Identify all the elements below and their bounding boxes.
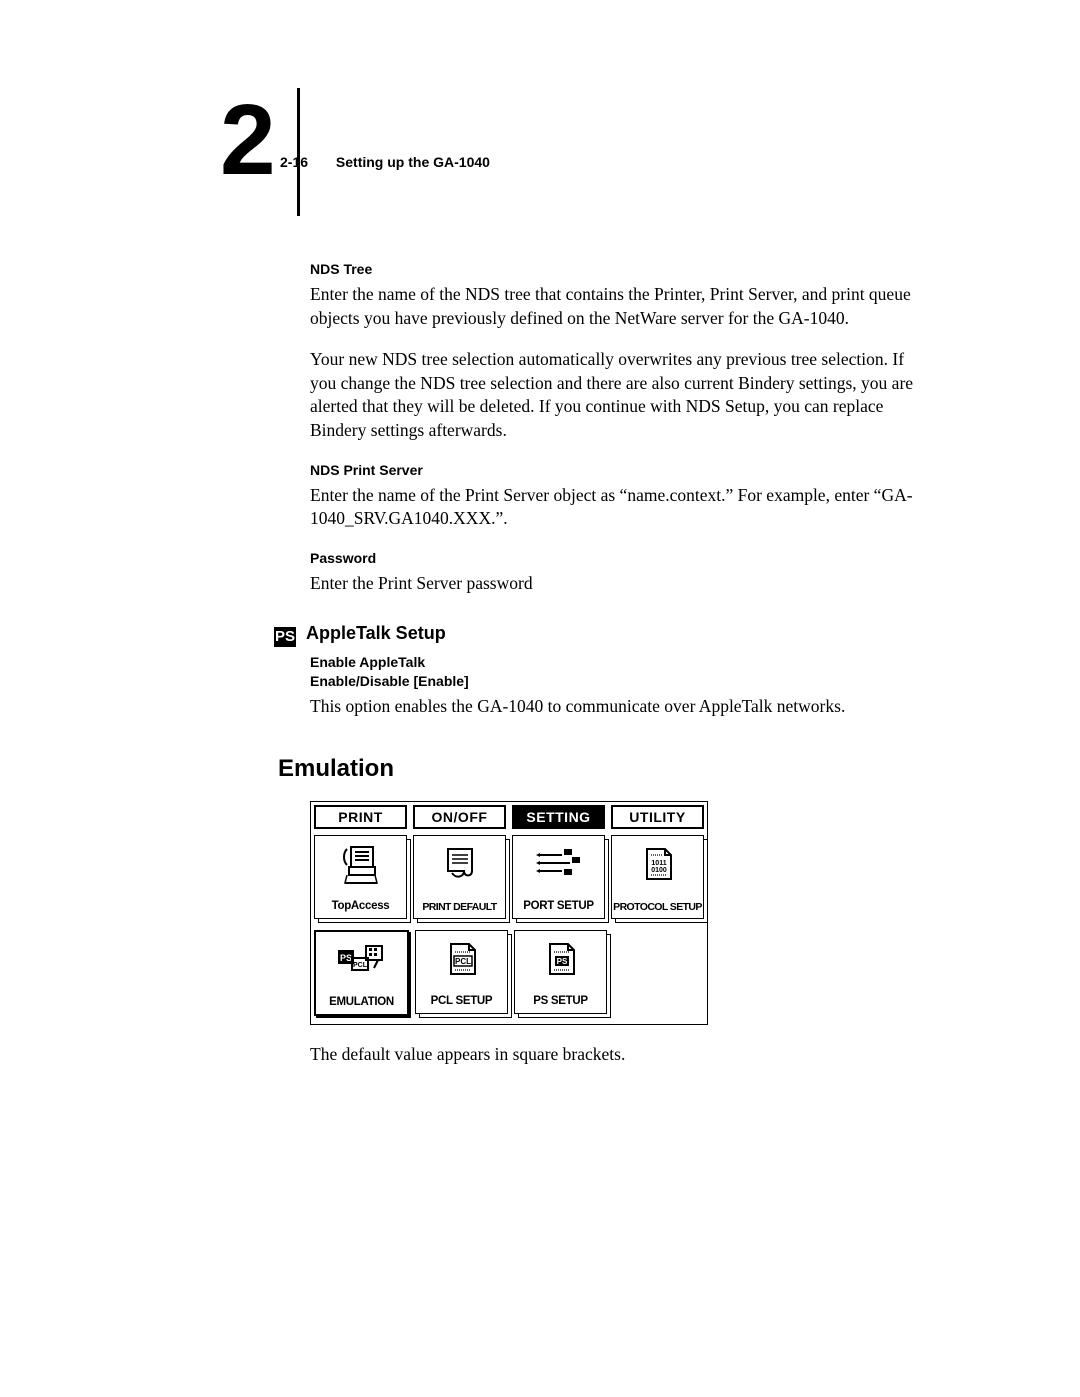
tab-on-off[interactable]: ON/OFF bbox=[413, 805, 506, 829]
protocol-doc-icon: 1011 0100 bbox=[612, 836, 703, 892]
cell-protocol-setup[interactable]: 1011 0100 PROTOCOL SETUP bbox=[611, 835, 704, 919]
tab-label: SETTING bbox=[526, 809, 590, 825]
paragraph: Your new NDS tree selection automaticall… bbox=[310, 348, 930, 443]
control-panel: PRINT ON/OFF SETTING UTILITY bbox=[310, 801, 708, 1025]
sub-enable-disable: Enable/Disable [Enable] bbox=[310, 672, 930, 691]
paragraph: Enter the Print Server password bbox=[310, 572, 930, 596]
heading-appletalk-setup: PSAppleTalk Setup bbox=[310, 621, 930, 647]
page-number: 2-16 bbox=[280, 154, 320, 170]
svg-text:PS: PS bbox=[556, 957, 567, 966]
cell-label: TopAccess bbox=[315, 899, 406, 915]
cell-ps-setup[interactable]: PS PS SETUP bbox=[514, 930, 607, 1014]
cell-pcl-setup[interactable]: PCL PCL SETUP bbox=[415, 930, 508, 1014]
cell-topaccess[interactable]: TopAccess bbox=[314, 835, 407, 919]
panel-row-1: TopAccess PRINT DEFAULT bbox=[311, 832, 707, 927]
paragraph: The default value appears in square brac… bbox=[310, 1043, 930, 1067]
svg-text:PCL: PCL bbox=[455, 957, 471, 966]
tab-print[interactable]: PRINT bbox=[314, 805, 407, 829]
svg-text:PS: PS bbox=[339, 953, 351, 963]
heading-password: Password bbox=[310, 549, 930, 568]
tab-setting[interactable]: SETTING bbox=[512, 805, 605, 829]
emulation-icon: PS PCL bbox=[316, 932, 407, 988]
cell-label: PROTOCOL SETUP bbox=[612, 900, 703, 914]
page-section-label: Setting up the GA-1040 bbox=[324, 154, 490, 170]
header-divider bbox=[297, 88, 300, 216]
heading-emulation: Emulation bbox=[278, 753, 930, 785]
printer-icon bbox=[315, 836, 406, 892]
page-curl-icon bbox=[414, 836, 505, 892]
svg-text:0100: 0100 bbox=[651, 867, 667, 874]
ps-badge-icon: PS bbox=[274, 627, 296, 647]
cell-label: PRINT DEFAULT bbox=[414, 900, 505, 914]
cell-label: EMULATION bbox=[316, 995, 407, 1011]
paragraph: Enter the name of the Print Server objec… bbox=[310, 484, 930, 531]
tab-row: PRINT ON/OFF SETTING UTILITY bbox=[311, 802, 707, 832]
cell-port-setup[interactable]: PORT SETUP bbox=[512, 835, 605, 919]
pcl-doc-icon: PCL bbox=[416, 931, 507, 987]
sub-enable-appletalk: Enable AppleTalk bbox=[310, 653, 930, 672]
heading-text: AppleTalk Setup bbox=[306, 623, 446, 643]
cell-empty bbox=[613, 930, 704, 1012]
panel-row-2: PS PCL EMULATION bbox=[311, 927, 707, 1024]
svg-text:1011: 1011 bbox=[651, 860, 666, 867]
tab-label: UTILITY bbox=[629, 809, 685, 825]
paragraph: Enter the name of the NDS tree that cont… bbox=[310, 283, 930, 330]
tab-label: PRINT bbox=[338, 809, 383, 825]
chapter-number: 2 bbox=[220, 90, 276, 190]
cell-emulation[interactable]: PS PCL EMULATION bbox=[314, 930, 409, 1016]
ps-doc-icon: PS bbox=[515, 931, 606, 987]
port-network-icon bbox=[513, 836, 604, 892]
svg-text:PCL: PCL bbox=[353, 962, 368, 969]
header-line: 2-16 Setting up the GA-1040 bbox=[280, 154, 490, 170]
cell-label: PCL SETUP bbox=[416, 994, 507, 1010]
heading-nds-tree: NDS Tree bbox=[310, 260, 930, 279]
page-header: 2 2-16 Setting up the GA-1040 bbox=[220, 110, 930, 230]
heading-nds-print-server: NDS Print Server bbox=[310, 461, 930, 480]
tab-utility[interactable]: UTILITY bbox=[611, 805, 704, 829]
paragraph: This option enables the GA-1040 to commu… bbox=[310, 695, 930, 719]
cell-label: PORT SETUP bbox=[513, 899, 604, 915]
cell-label: PS SETUP bbox=[515, 994, 606, 1010]
cell-print-default[interactable]: PRINT DEFAULT bbox=[413, 835, 506, 919]
tab-label: ON/OFF bbox=[432, 809, 488, 825]
